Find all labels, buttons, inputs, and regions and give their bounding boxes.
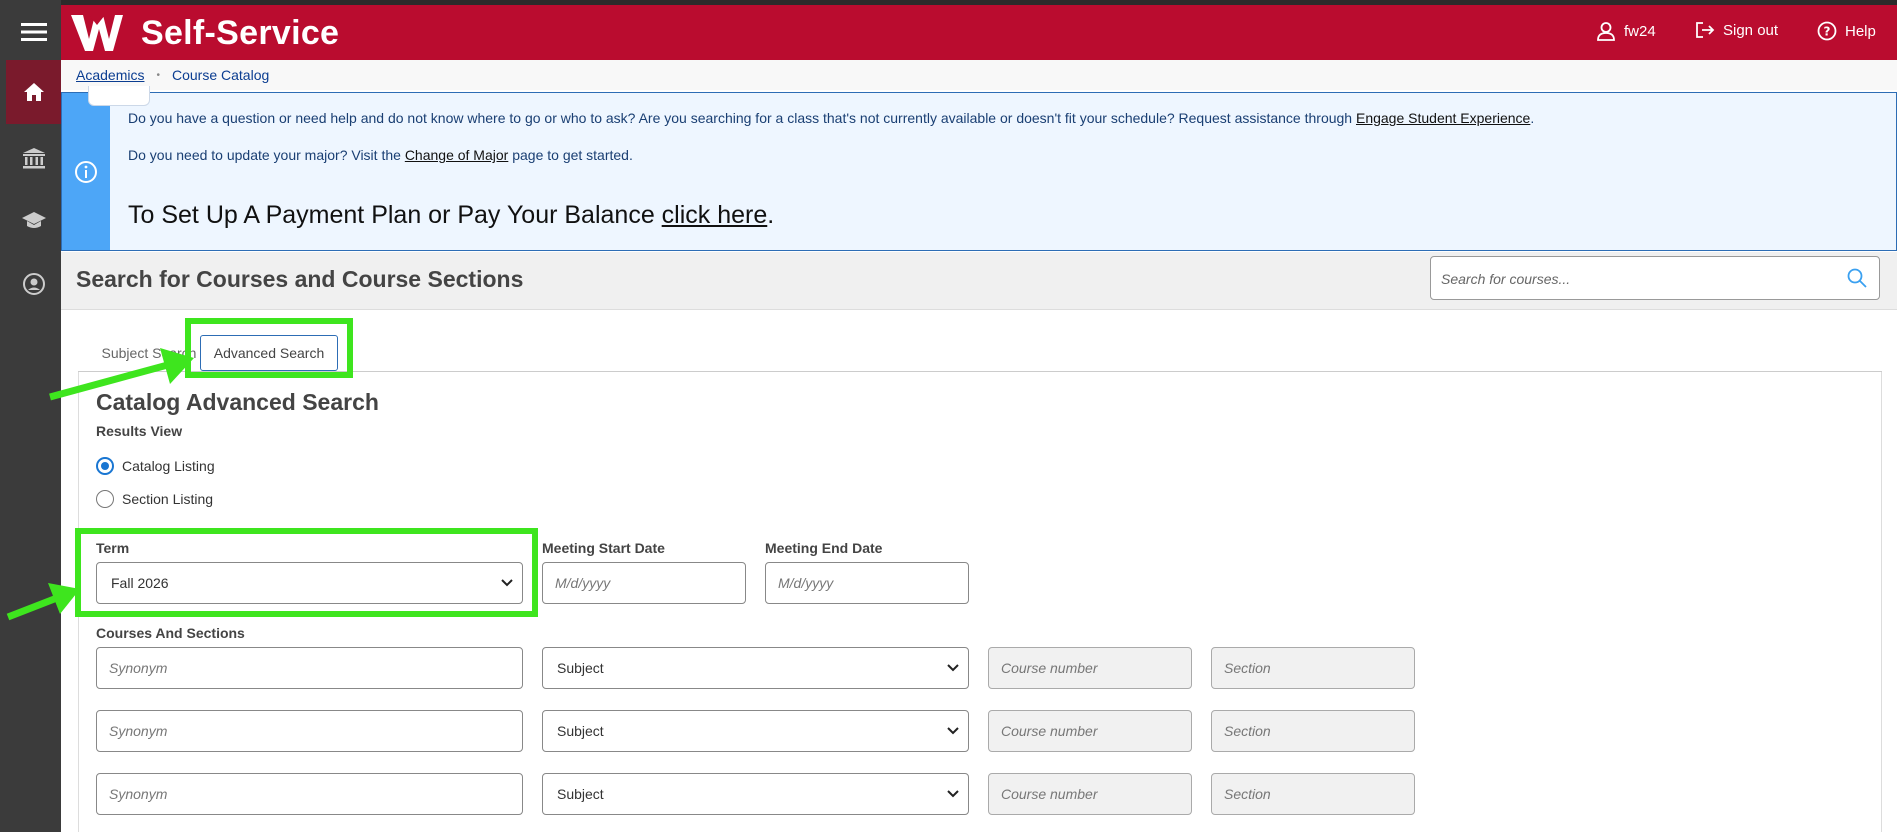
graduation-cap-icon bbox=[21, 212, 46, 228]
results-view-label: Results View bbox=[96, 423, 183, 439]
nav-academics[interactable] bbox=[6, 196, 61, 244]
radio-section-indicator[interactable] bbox=[96, 490, 114, 508]
subject-value-3: Subject bbox=[557, 786, 604, 802]
course-search-input[interactable] bbox=[1441, 267, 1821, 291]
course-number-field-3 bbox=[988, 773, 1192, 815]
nav-home[interactable] bbox=[6, 60, 61, 124]
subject-select-3[interactable]: Subject bbox=[542, 773, 969, 815]
breadcrumb-course-catalog[interactable]: Course Catalog bbox=[172, 67, 269, 83]
app-header: Self-Service fw24 Sign out ? Help bbox=[61, 5, 1897, 60]
radio-section-listing[interactable]: Section Listing bbox=[96, 490, 213, 508]
meeting-end-date-field bbox=[765, 562, 969, 604]
payment-click-here-link[interactable]: click here bbox=[662, 201, 768, 229]
course-number-input-1[interactable] bbox=[989, 648, 1191, 688]
change-of-major-link[interactable]: Change of Major bbox=[405, 147, 509, 163]
radio-catalog-indicator[interactable] bbox=[96, 457, 114, 475]
engage-student-experience-link[interactable]: Engage Student Experience bbox=[1356, 110, 1530, 126]
synonym-input-3[interactable] bbox=[97, 774, 522, 814]
section-title: Catalog Advanced Search bbox=[96, 389, 379, 415]
user-circle-icon bbox=[22, 273, 45, 295]
section-field-1 bbox=[1211, 647, 1415, 689]
course-search-box bbox=[1430, 256, 1880, 300]
meeting-start-date-label: Meeting Start Date bbox=[542, 540, 665, 556]
meeting-start-date-input[interactable] bbox=[543, 563, 745, 603]
page-title: Search for Courses and Course Sections bbox=[76, 266, 524, 292]
svg-text:?: ? bbox=[1824, 25, 1831, 39]
highlight-term-select bbox=[75, 528, 538, 617]
help-button[interactable]: ? Help bbox=[1817, 21, 1876, 41]
subject-value-2: Subject bbox=[557, 723, 604, 739]
sign-out-icon bbox=[1696, 22, 1715, 38]
user-icon bbox=[1597, 22, 1615, 41]
sign-out-label: Sign out bbox=[1723, 21, 1779, 39]
bank-icon bbox=[22, 148, 45, 169]
university-logo bbox=[71, 15, 123, 51]
courses-sections-label: Courses And Sections bbox=[96, 625, 245, 641]
info-icon bbox=[75, 160, 97, 183]
alert-major-text: Do you need to update your major? Visit … bbox=[128, 147, 633, 163]
nav-profile[interactable] bbox=[6, 260, 61, 308]
search-button[interactable] bbox=[1847, 268, 1867, 293]
sign-out-button[interactable]: Sign out bbox=[1695, 21, 1778, 39]
subject-select-2[interactable]: Subject bbox=[542, 710, 969, 752]
section-input-3[interactable] bbox=[1212, 774, 1414, 814]
synonym-input-2[interactable] bbox=[97, 711, 522, 751]
home-icon bbox=[23, 83, 44, 101]
synonym-field-1 bbox=[96, 647, 523, 689]
meeting-start-date-field bbox=[542, 562, 746, 604]
synonym-field-2 bbox=[96, 710, 523, 752]
alert-bar bbox=[62, 93, 110, 250]
course-number-field-2 bbox=[988, 710, 1192, 752]
info-alert: Do you have a question or need help and … bbox=[61, 92, 1897, 251]
breadcrumb-separator: • bbox=[156, 69, 160, 81]
radio-catalog-listing[interactable]: Catalog Listing bbox=[96, 457, 215, 475]
synonym-field-3 bbox=[96, 773, 523, 815]
section-field-3 bbox=[1211, 773, 1415, 815]
highlight-advanced-search bbox=[185, 318, 353, 378]
user-menu[interactable]: fw24 bbox=[1596, 21, 1656, 41]
chevron-down-icon bbox=[947, 727, 959, 735]
meeting-end-date-label: Meeting End Date bbox=[765, 540, 883, 556]
home-tab-remnant bbox=[88, 86, 150, 106]
subject-value-1: Subject bbox=[557, 660, 604, 676]
search-icon bbox=[1847, 268, 1867, 288]
section-field-2 bbox=[1211, 710, 1415, 752]
search-header: Search for Courses and Course Sections bbox=[61, 252, 1897, 310]
menu-button[interactable] bbox=[6, 10, 61, 54]
breadcrumb-academics[interactable]: Academics bbox=[76, 67, 144, 83]
course-number-input-3[interactable] bbox=[989, 774, 1191, 814]
app-title: Self-Service bbox=[141, 14, 340, 52]
nav-finance[interactable] bbox=[6, 134, 61, 182]
section-input-2[interactable] bbox=[1212, 711, 1414, 751]
course-number-field-1 bbox=[988, 647, 1192, 689]
breadcrumb: Academics • Course Catalog bbox=[61, 60, 1897, 90]
radio-catalog-label: Catalog Listing bbox=[122, 458, 215, 474]
user-name: fw24 bbox=[1624, 22, 1656, 40]
help-icon: ? bbox=[1817, 21, 1837, 41]
left-nav bbox=[0, 0, 61, 832]
subject-select-1[interactable]: Subject bbox=[542, 647, 969, 689]
alert-help-text: Do you have a question or need help and … bbox=[128, 110, 1535, 126]
radio-section-label: Section Listing bbox=[122, 491, 214, 507]
hamburger-icon bbox=[20, 23, 47, 41]
meeting-end-date-input[interactable] bbox=[766, 563, 968, 603]
payment-plan-text: To Set Up A Payment Plan or Pay Your Bal… bbox=[128, 201, 775, 229]
chevron-down-icon bbox=[947, 664, 959, 672]
section-input-1[interactable] bbox=[1212, 648, 1414, 688]
synonym-input-1[interactable] bbox=[97, 648, 522, 688]
chevron-down-icon bbox=[947, 790, 959, 798]
help-label: Help bbox=[1845, 22, 1876, 40]
course-number-input-2[interactable] bbox=[989, 711, 1191, 751]
